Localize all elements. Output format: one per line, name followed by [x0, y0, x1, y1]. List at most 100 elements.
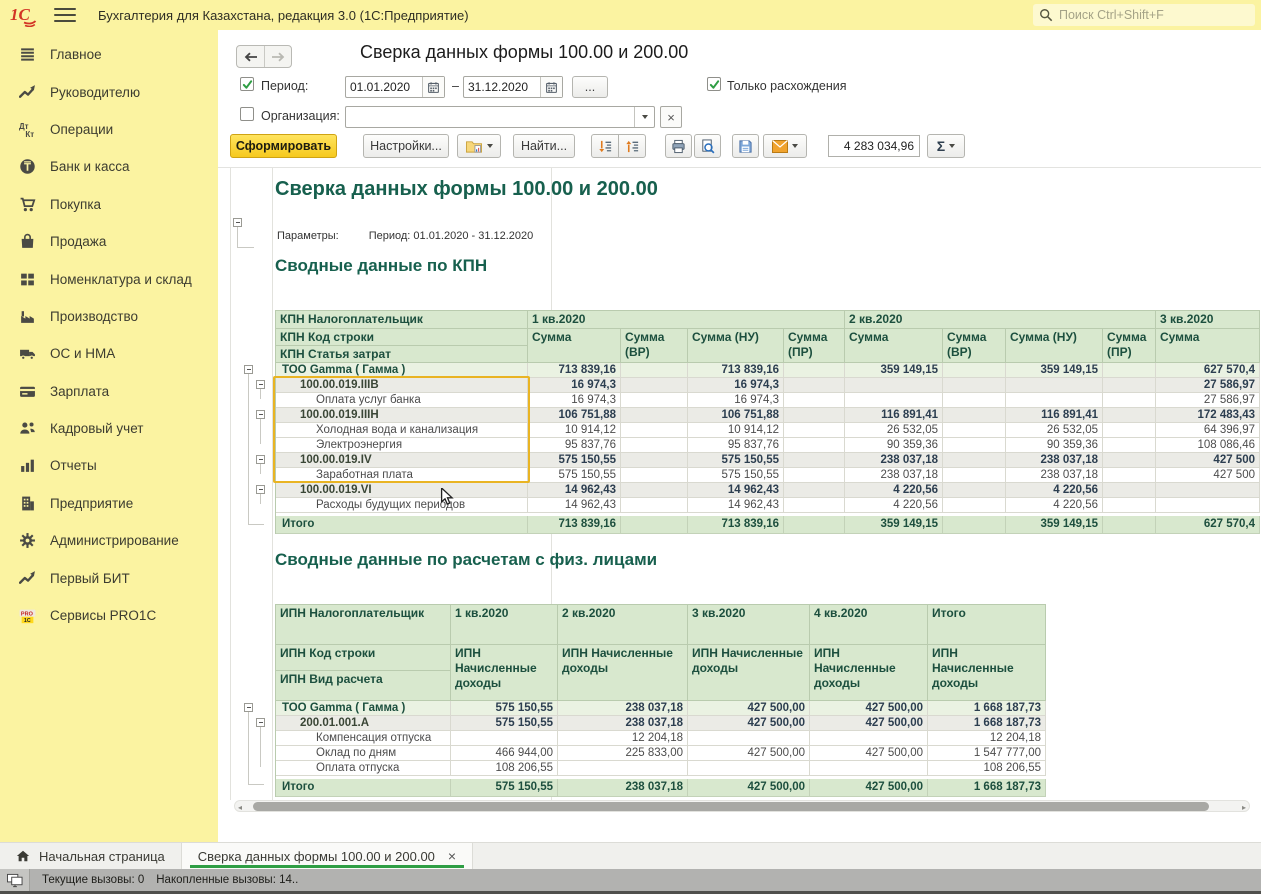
value-cell[interactable]	[621, 378, 688, 393]
value-cell[interactable]: 427 500,00	[810, 716, 928, 731]
chevron-down-icon[interactable]	[634, 107, 654, 127]
value-cell[interactable]	[784, 516, 845, 534]
value-cell[interactable]: 238 037,18	[558, 779, 688, 797]
value-cell[interactable]: 27 586,97	[1156, 378, 1260, 393]
group-collapse-toggle[interactable]	[256, 718, 265, 727]
value-cell[interactable]	[943, 453, 1006, 468]
kpn-row-name[interactable]: 100.00.019.IV	[276, 453, 528, 468]
value-cell[interactable]: 359 149,15	[845, 363, 943, 378]
print-button[interactable]	[665, 134, 692, 158]
kpn-row-name[interactable]: Холодная вода и канализация	[276, 423, 528, 438]
value-cell[interactable]	[1103, 453, 1156, 468]
value-cell[interactable]	[1103, 408, 1156, 423]
value-cell[interactable]: 1 668 187,73	[928, 716, 1046, 731]
sidebar-item-dtkt[interactable]: ДтКтОперации	[0, 111, 218, 148]
value-cell[interactable]	[943, 423, 1006, 438]
value-cell[interactable]	[810, 761, 928, 776]
value-cell[interactable]: 14 962,43	[688, 498, 784, 513]
value-cell[interactable]: 14 962,43	[528, 498, 621, 513]
global-search-input[interactable]: Поиск Ctrl+Shift+F	[1033, 4, 1255, 26]
value-cell[interactable]	[1156, 483, 1260, 498]
print-preview-button[interactable]	[694, 134, 721, 158]
report-variants-button[interactable]	[457, 134, 501, 158]
sidebar-item-trend2[interactable]: Первый БИТ	[0, 559, 218, 596]
tab-report[interactable]: Сверка данных формы 100.00 и 200.00 ×	[182, 843, 473, 869]
kpn-row-name[interactable]: 100.00.019.IIIB	[276, 378, 528, 393]
value-cell[interactable]: 427 500,00	[810, 779, 928, 797]
value-cell[interactable]: 4 220,56	[845, 483, 943, 498]
calendar-icon[interactable]	[540, 77, 562, 97]
group-collapse-toggle[interactable]	[256, 380, 265, 389]
value-cell[interactable]	[1103, 363, 1156, 378]
group-collapse-toggle[interactable]	[244, 703, 253, 712]
value-cell[interactable]	[943, 516, 1006, 534]
kpn-row-name[interactable]: 100.00.019.IIIН	[276, 408, 528, 423]
value-cell[interactable]	[784, 438, 845, 453]
value-cell[interactable]: 359 149,15	[1006, 516, 1103, 534]
sidebar-item-menu[interactable]: Главное	[0, 36, 218, 73]
calendar-icon[interactable]	[422, 77, 444, 97]
value-cell[interactable]: 10 914,12	[688, 423, 784, 438]
period-to-field[interactable]: 31.12.2020	[463, 76, 563, 98]
value-cell[interactable]: 90 359,36	[845, 438, 943, 453]
forward-button[interactable]	[264, 46, 291, 67]
value-cell[interactable]: 713 839,16	[688, 363, 784, 378]
value-cell[interactable]: 108 086,46	[1156, 438, 1260, 453]
value-cell[interactable]	[1156, 498, 1260, 513]
value-cell[interactable]	[621, 483, 688, 498]
value-cell[interactable]: 108 206,55	[451, 761, 558, 776]
tab-close-icon[interactable]: ×	[448, 848, 456, 864]
sidebar-item-people[interactable]: Кадровый учет	[0, 410, 218, 447]
value-cell[interactable]: 95 837,76	[688, 438, 784, 453]
value-cell[interactable]	[1103, 498, 1156, 513]
value-cell[interactable]	[784, 468, 845, 483]
value-cell[interactable]: 575 150,55	[451, 701, 558, 716]
value-cell[interactable]: 713 839,16	[528, 516, 621, 534]
value-cell[interactable]: 14 962,43	[688, 483, 784, 498]
value-cell[interactable]: 238 037,18	[845, 468, 943, 483]
sidebar-item-coin[interactable]: Банк и касса	[0, 148, 218, 185]
ipn-row-name[interactable]: Оклад по дням	[276, 746, 451, 761]
kpn-row-name[interactable]: 100.00.019.VI	[276, 483, 528, 498]
value-cell[interactable]: 238 037,18	[1006, 453, 1103, 468]
value-cell[interactable]: 95 837,76	[528, 438, 621, 453]
organization-checkbox[interactable]	[240, 107, 254, 121]
value-cell[interactable]: 427 500	[1156, 468, 1260, 483]
collapse-groups-button[interactable]	[618, 134, 646, 158]
value-cell[interactable]: 238 037,18	[845, 453, 943, 468]
value-cell[interactable]	[943, 363, 1006, 378]
value-cell[interactable]	[784, 483, 845, 498]
value-cell[interactable]: 1 668 187,73	[928, 701, 1046, 716]
kpn-row-name[interactable]: Электроэнергия	[276, 438, 528, 453]
sidebar-item-card[interactable]: Зарплата	[0, 373, 218, 410]
back-button[interactable]	[237, 46, 264, 67]
value-cell[interactable]: 713 839,16	[688, 516, 784, 534]
sidebar-item-barchart[interactable]: Отчеты	[0, 447, 218, 484]
value-cell[interactable]: 4 220,56	[1006, 498, 1103, 513]
value-cell[interactable]: 238 037,18	[558, 716, 688, 731]
group-collapse-toggle[interactable]	[244, 365, 253, 374]
group-collapse-toggle[interactable]	[256, 485, 265, 494]
value-cell[interactable]: 575 150,55	[451, 716, 558, 731]
value-cell[interactable]: 427 500,00	[810, 746, 928, 761]
value-cell[interactable]	[943, 408, 1006, 423]
value-cell[interactable]: 575 150,55	[528, 468, 621, 483]
value-cell[interactable]	[621, 498, 688, 513]
value-cell[interactable]: 427 500,00	[688, 716, 810, 731]
value-cell[interactable]: 27 586,97	[1156, 393, 1260, 408]
sidebar-item-grid[interactable]: Номенклатура и склад	[0, 260, 218, 297]
value-cell[interactable]: 1 668 187,73	[928, 779, 1046, 797]
value-cell[interactable]: 4 220,56	[845, 498, 943, 513]
value-cell[interactable]	[1103, 378, 1156, 393]
generate-button[interactable]: Сформировать	[230, 134, 337, 158]
value-cell[interactable]: 16 974,3	[528, 378, 621, 393]
value-cell[interactable]	[621, 393, 688, 408]
ipn-row-name[interactable]: 200.01.001.А	[276, 716, 451, 731]
value-cell[interactable]	[1103, 393, 1156, 408]
kpn-row-name[interactable]: Заработная плата	[276, 468, 528, 483]
value-cell[interactable]	[1103, 468, 1156, 483]
scroll-left-arrow[interactable]: ◂	[238, 803, 242, 812]
value-cell[interactable]	[621, 438, 688, 453]
ipn-row-name[interactable]: ТОО Gamma ( Гамма )	[276, 701, 451, 716]
value-cell[interactable]: 16 974,3	[688, 378, 784, 393]
